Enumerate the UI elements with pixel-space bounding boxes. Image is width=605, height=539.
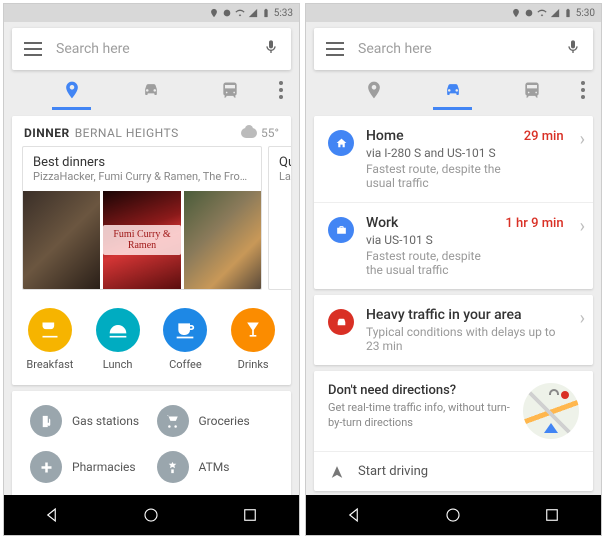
chevron-right-icon: › xyxy=(580,129,585,150)
status-bar: 5:30 xyxy=(306,4,601,22)
place-subtitle: La Alt xyxy=(279,170,291,183)
no-directions-card: Don't need directions? Get real-time tra… xyxy=(314,371,593,491)
recents-button[interactable] xyxy=(241,506,259,524)
dinner-category: DINNER xyxy=(24,126,70,140)
back-button[interactable] xyxy=(346,506,364,524)
navigate-icon xyxy=(330,465,344,479)
back-button[interactable] xyxy=(44,506,62,524)
work-icon xyxy=(328,217,354,243)
cart-icon xyxy=(157,405,189,437)
phone-explore: 5:33 Search here DINNER BERNAL HEIGHTS 5… xyxy=(3,3,300,536)
place-subtitle: PizzaHacker, Fumi Curry & Ramen, The Fro… xyxy=(33,170,251,183)
category-coffee[interactable]: Coffee xyxy=(152,308,220,371)
place-image xyxy=(23,191,100,289)
battery-icon xyxy=(261,8,271,18)
tab-driving[interactable] xyxy=(111,70,190,110)
recents-button[interactable] xyxy=(543,506,561,524)
service-gas[interactable]: Gas stations xyxy=(30,405,147,437)
search-placeholder: Search here xyxy=(358,41,551,57)
traffic-icon xyxy=(328,309,354,335)
dinner-location: BERNAL HEIGHTS xyxy=(75,126,179,140)
service-pharmacies[interactable]: Pharmacies xyxy=(30,451,147,483)
destination-home[interactable]: Home via I-280 S and US-101 S Fastest ro… xyxy=(314,116,593,203)
destinations-card: Home via I-280 S and US-101 S Fastest ro… xyxy=(314,116,593,289)
atm-icon xyxy=(157,451,189,483)
more-icon[interactable] xyxy=(571,81,595,99)
wifi-icon xyxy=(235,8,245,18)
status-time: 5:30 xyxy=(576,8,595,19)
nd-desc: Get real-time traffic info, without turn… xyxy=(328,401,513,431)
dinner-card: DINNER BERNAL HEIGHTS 55° Best dinners P… xyxy=(12,116,291,385)
tab-transit[interactable] xyxy=(492,70,571,110)
more-icon[interactable] xyxy=(269,81,293,99)
signal-icon xyxy=(248,8,258,18)
weather-temp: 55° xyxy=(261,126,279,140)
location-icon xyxy=(511,8,521,18)
tab-explore[interactable] xyxy=(334,70,413,110)
signal-icon xyxy=(550,8,560,18)
status-time: 5:33 xyxy=(274,8,293,19)
pharmacy-icon xyxy=(30,451,62,483)
status-bar: 5:33 xyxy=(4,4,299,22)
gas-icon xyxy=(30,405,62,437)
phone-driving: 5:30 Search here Home via I-280 S and US… xyxy=(305,3,602,536)
service-groceries[interactable]: Groceries xyxy=(157,405,274,437)
place-image xyxy=(184,191,261,289)
mode-tabs xyxy=(4,70,299,110)
chevron-right-icon: › xyxy=(580,308,585,329)
place-card-best-dinners[interactable]: Best dinners PizzaHacker, Fumi Curry & R… xyxy=(22,146,262,290)
search-box[interactable]: Search here xyxy=(314,28,593,70)
category-drinks[interactable]: Drinks xyxy=(219,308,287,371)
menu-icon[interactable] xyxy=(24,42,42,56)
tab-driving[interactable] xyxy=(413,70,492,110)
android-navbar xyxy=(4,495,299,535)
tab-transit[interactable] xyxy=(190,70,269,110)
breakfast-icon xyxy=(28,308,72,352)
place-title: Quick xyxy=(279,155,291,170)
traffic-card[interactable]: Heavy traffic in your area Typical condi… xyxy=(314,295,593,365)
tab-explore[interactable] xyxy=(32,70,111,110)
mic-icon[interactable] xyxy=(565,37,581,61)
place-card-peek[interactable]: Quick La Alt xyxy=(268,146,291,290)
cloud-icon xyxy=(241,128,257,138)
destination-work[interactable]: Work via US-101 S Fastest route, despite… xyxy=(314,203,593,289)
home-button[interactable] xyxy=(444,506,462,524)
location-icon xyxy=(209,8,219,18)
eta: 29 min xyxy=(524,129,564,144)
drinks-icon xyxy=(231,308,275,352)
start-driving-button[interactable]: Start driving xyxy=(314,452,593,491)
map-illustration xyxy=(523,383,579,439)
coffee-icon xyxy=(163,308,207,352)
search-box[interactable]: Search here xyxy=(12,28,291,70)
nd-title: Don't need directions? xyxy=(328,383,513,398)
lunch-icon xyxy=(96,308,140,352)
mode-tabs xyxy=(306,70,601,110)
home-button[interactable] xyxy=(142,506,160,524)
service-atms[interactable]: ATMs xyxy=(157,451,274,483)
battery-icon xyxy=(563,8,573,18)
mic-icon[interactable] xyxy=(263,37,279,61)
chevron-right-icon: › xyxy=(580,216,585,237)
category-lunch[interactable]: Lunch xyxy=(84,308,152,371)
sync-icon xyxy=(524,8,534,18)
wifi-icon xyxy=(537,8,547,18)
place-image: Fumi Curry & Ramen xyxy=(103,191,180,289)
android-navbar xyxy=(306,495,601,535)
sync-icon xyxy=(222,8,232,18)
home-icon xyxy=(328,130,354,156)
eta: 1 hr 9 min xyxy=(505,216,563,231)
search-placeholder: Search here xyxy=(56,41,249,57)
menu-icon[interactable] xyxy=(326,42,344,56)
place-title: Best dinners xyxy=(33,155,251,170)
category-breakfast[interactable]: Breakfast xyxy=(16,308,84,371)
services-card: Gas stations Groceries Pharmacies ATMs xyxy=(12,391,291,495)
